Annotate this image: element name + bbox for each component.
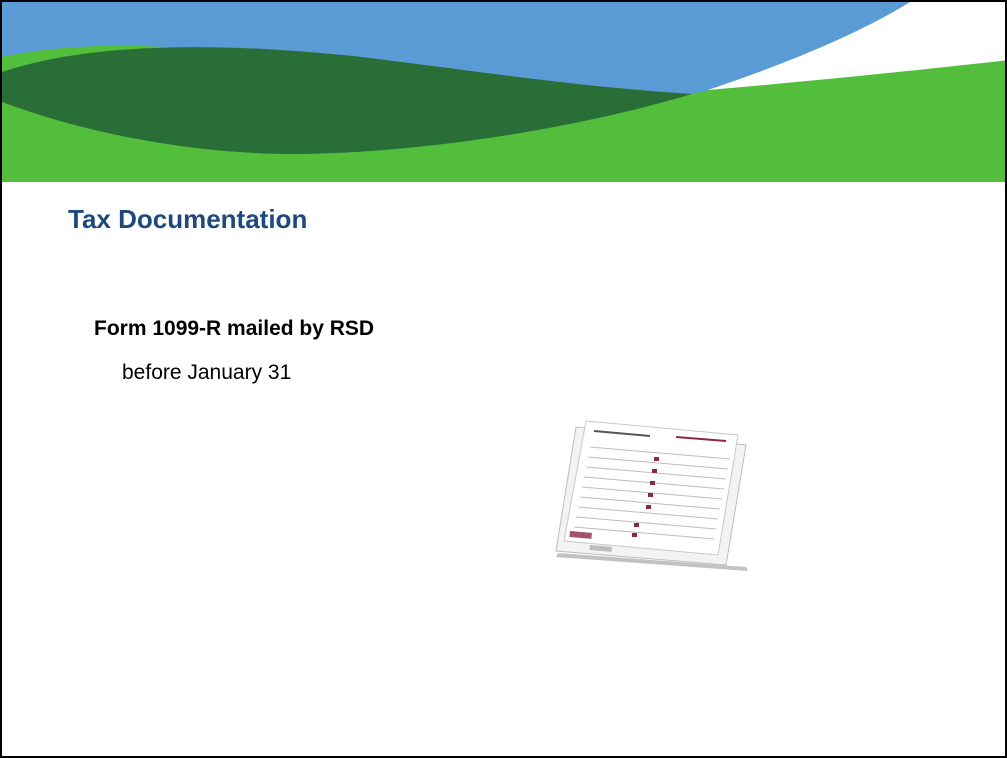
tax-forms-illustration <box>555 420 748 571</box>
slide: Tax Documentation Form 1099-R mailed by … <box>0 0 1007 758</box>
form-deadline: before January 31 <box>122 361 292 384</box>
slide-title: Tax Documentation <box>68 204 308 234</box>
wave-banner <box>2 2 1005 182</box>
form-heading: Form 1099-R mailed by RSD <box>94 317 375 340</box>
